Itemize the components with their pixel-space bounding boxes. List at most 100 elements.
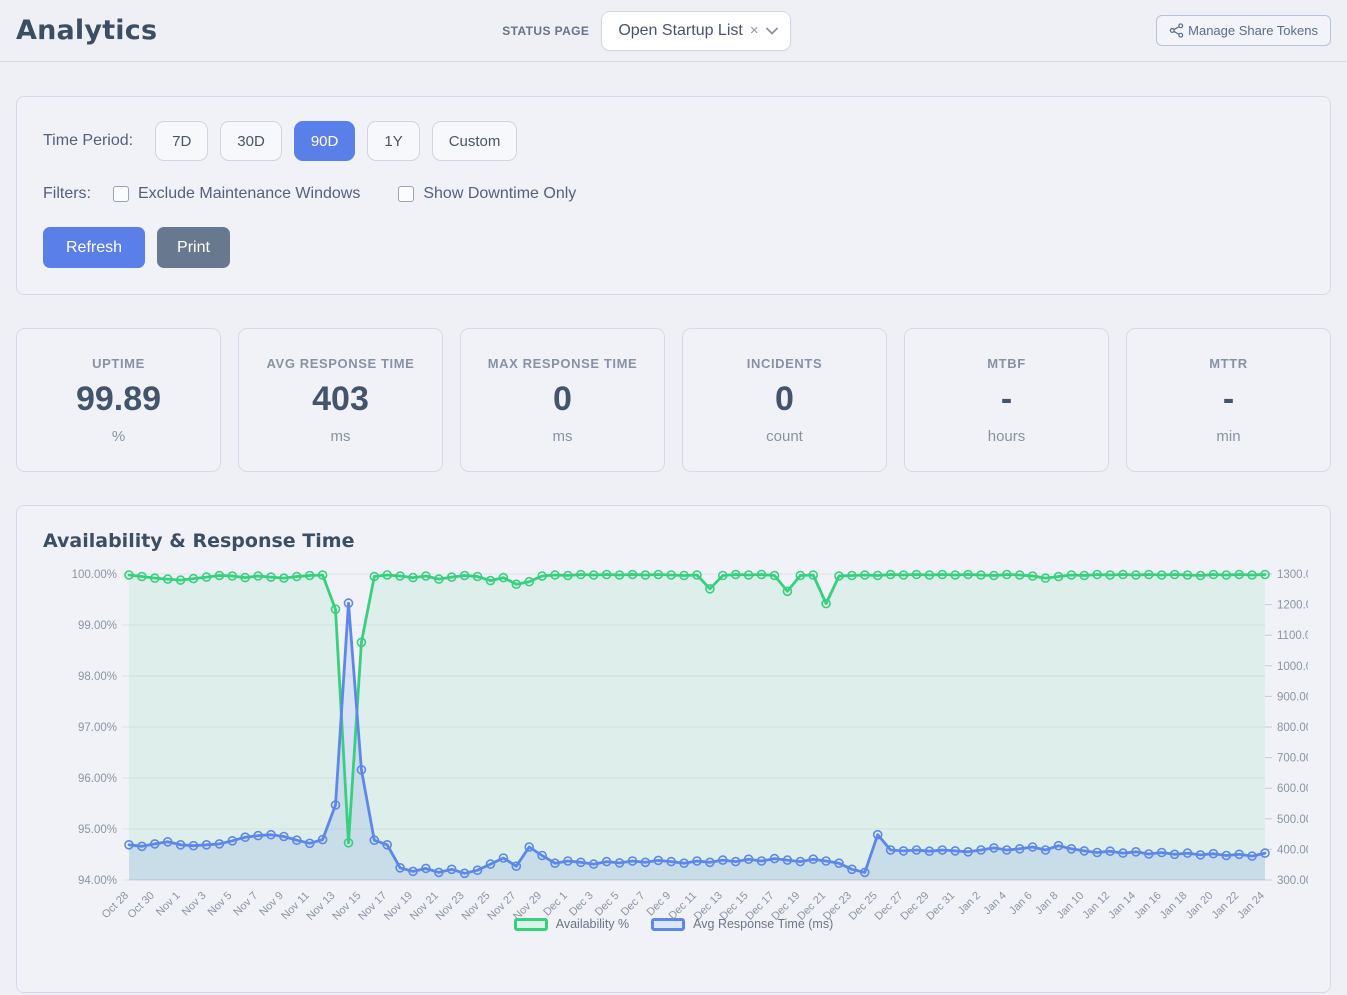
- right-axis-tick-label: 1200.00: [1277, 600, 1308, 612]
- show-downtime-checkbox[interactable]: [398, 186, 414, 202]
- period-button-custom[interactable]: Custom: [432, 121, 518, 161]
- right-axis-tick-label: 400.00: [1277, 844, 1308, 856]
- x-axis-tick-label: Nov 3: [180, 890, 209, 919]
- stat-value: 99.89: [76, 380, 161, 419]
- chart-title: Availability & Response Time: [43, 530, 1304, 552]
- x-axis-tick-label: Dec 5: [593, 890, 622, 919]
- stat-card-max-response: MAX RESPONSE TIME 0 ms: [460, 328, 665, 472]
- left-axis-tick-label: 96.00%: [78, 773, 117, 785]
- stat-card-uptime: UPTIME 99.89 %: [16, 328, 221, 472]
- x-axis-tick-label: Dec 3: [567, 890, 596, 919]
- time-period-label: Time Period:: [43, 132, 133, 150]
- period-button-30d[interactable]: 30D: [220, 121, 282, 161]
- stat-card-incidents: INCIDENTS 0 count: [682, 328, 887, 472]
- period-button-7d[interactable]: 7D: [155, 121, 208, 161]
- x-axis-tick-label: Jan 22: [1209, 890, 1241, 922]
- stat-label: MAX RESPONSE TIME: [488, 356, 638, 371]
- x-axis-tick-label: Jan 24: [1235, 890, 1267, 922]
- stat-unit: hours: [988, 428, 1026, 445]
- stat-label: AVG RESPONSE TIME: [267, 356, 415, 371]
- left-axis-tick-label: 98.00%: [78, 671, 117, 683]
- x-axis-tick-label: Jan 12: [1080, 890, 1112, 922]
- x-axis-tick-label: Jan 10: [1055, 890, 1087, 922]
- manage-share-tokens-button[interactable]: Manage Share Tokens: [1156, 15, 1331, 46]
- x-axis-tick-label: Dec 31: [924, 890, 957, 923]
- chart-panel: Availability & Response Time 100.00% 99.0…: [16, 505, 1331, 993]
- right-axis-tick-label: 900.00: [1277, 691, 1308, 703]
- x-axis-tick-label: Nov 7: [231, 890, 260, 919]
- show-downtime-checkbox-row[interactable]: Show Downtime Only: [398, 185, 576, 203]
- x-axis-tick-label: Jan 2: [956, 890, 984, 918]
- right-axis-tick-label: 300.00: [1277, 875, 1308, 887]
- clear-selection-icon[interactable]: ×: [749, 22, 760, 39]
- status-page-label: STATUS PAGE: [502, 24, 589, 38]
- stat-unit: count: [766, 428, 803, 445]
- chevron-down-icon: [766, 27, 778, 35]
- left-axis-tick-label: 97.00%: [78, 722, 117, 734]
- legend-item-availability: Availability %: [514, 917, 629, 931]
- x-axis-tick-label: Jan 14: [1106, 890, 1138, 922]
- legend-label: Availability %: [556, 917, 629, 931]
- stat-card-mtbf: MTBF - hours: [904, 328, 1109, 472]
- x-axis-tick-label: Dec 7: [619, 890, 648, 919]
- x-axis-tick-label: Dec 1: [541, 890, 570, 919]
- stat-value: -: [1001, 380, 1012, 419]
- x-axis-tick-label: Oct 30: [126, 890, 157, 921]
- share-icon: [1169, 23, 1184, 38]
- stat-value: 0: [775, 380, 794, 419]
- stat-unit: %: [112, 428, 125, 445]
- app-title: Analytics: [16, 15, 157, 46]
- period-button-1y[interactable]: 1Y: [367, 121, 419, 161]
- stat-label: INCIDENTS: [747, 356, 822, 371]
- x-axis-tick-label: Nov 5: [206, 890, 235, 919]
- availability-response-chart: 100.00% 99.00% 98.00% 97.00% 96.00% 95.00% 94.…: [43, 558, 1308, 956]
- status-page-select[interactable]: Open Startup List ×: [601, 11, 790, 51]
- filters-label: Filters:: [43, 185, 91, 203]
- availability-swatch-icon: [514, 918, 548, 931]
- exclude-maintenance-checkbox[interactable]: [113, 186, 129, 202]
- manage-share-tokens-label: Manage Share Tokens: [1188, 23, 1318, 38]
- stat-card-avg-response: AVG RESPONSE TIME 403 ms: [238, 328, 443, 472]
- response-time-swatch-icon: [651, 918, 685, 931]
- right-axis-tick-label: 700.00: [1277, 753, 1308, 765]
- stat-card-mttr: MTTR - min: [1126, 328, 1331, 472]
- right-axis-tick-label: 1000.00: [1277, 661, 1308, 673]
- filter-panel: Time Period: 7D 30D 90D 1Y Custom Filter…: [16, 96, 1331, 295]
- legend-label: Avg Response Time (ms): [693, 917, 833, 931]
- right-axis-tick-label: 1300.00: [1277, 569, 1308, 581]
- x-axis-tick-label: Jan 16: [1132, 890, 1164, 922]
- left-axis-tick-label: 94.00%: [78, 875, 117, 887]
- app-header: Analytics STATUS PAGE Open Startup List …: [0, 0, 1347, 62]
- print-button[interactable]: Print: [157, 227, 230, 268]
- stat-unit: ms: [331, 428, 351, 445]
- stat-unit: ms: [553, 428, 573, 445]
- x-axis-tick-label: Jan 18: [1158, 890, 1190, 922]
- left-axis-tick-label: 95.00%: [78, 824, 117, 836]
- stat-value: 403: [312, 380, 369, 419]
- right-axis-tick-label: 800.00: [1277, 722, 1308, 734]
- series-area: [129, 575, 1265, 881]
- right-axis-tick-label: 1100.00: [1277, 630, 1308, 642]
- stat-label: MTTR: [1209, 356, 1248, 371]
- x-axis-tick-label: Jan 20: [1184, 890, 1216, 922]
- x-axis-tick-label: Jan 4: [981, 890, 1009, 918]
- legend-item-response-time: Avg Response Time (ms): [651, 917, 833, 931]
- left-axis-tick-label: 99.00%: [78, 620, 117, 632]
- stat-unit: min: [1216, 428, 1240, 445]
- stat-value: -: [1223, 380, 1234, 419]
- stat-label: UPTIME: [92, 356, 145, 371]
- exclude-maintenance-label: Exclude Maintenance Windows: [138, 185, 360, 203]
- exclude-maintenance-checkbox-row[interactable]: Exclude Maintenance Windows: [113, 185, 360, 203]
- right-axis-tick-label: 500.00: [1277, 814, 1308, 826]
- x-axis-tick-label: Jan 6: [1007, 890, 1035, 918]
- right-axis-tick-label: 600.00: [1277, 783, 1308, 795]
- refresh-button[interactable]: Refresh: [43, 227, 145, 268]
- stats-row: UPTIME 99.89 % AVG RESPONSE TIME 403 ms …: [16, 328, 1331, 472]
- stat-label: MTBF: [987, 356, 1026, 371]
- show-downtime-label: Show Downtime Only: [423, 185, 576, 203]
- period-button-90d[interactable]: 90D: [294, 121, 356, 161]
- stat-value: 0: [553, 380, 572, 419]
- status-page-selected-value: Open Startup List: [618, 22, 743, 40]
- x-axis-tick-label: Oct 28: [100, 890, 131, 921]
- left-axis-tick-label: 100.00%: [72, 569, 117, 581]
